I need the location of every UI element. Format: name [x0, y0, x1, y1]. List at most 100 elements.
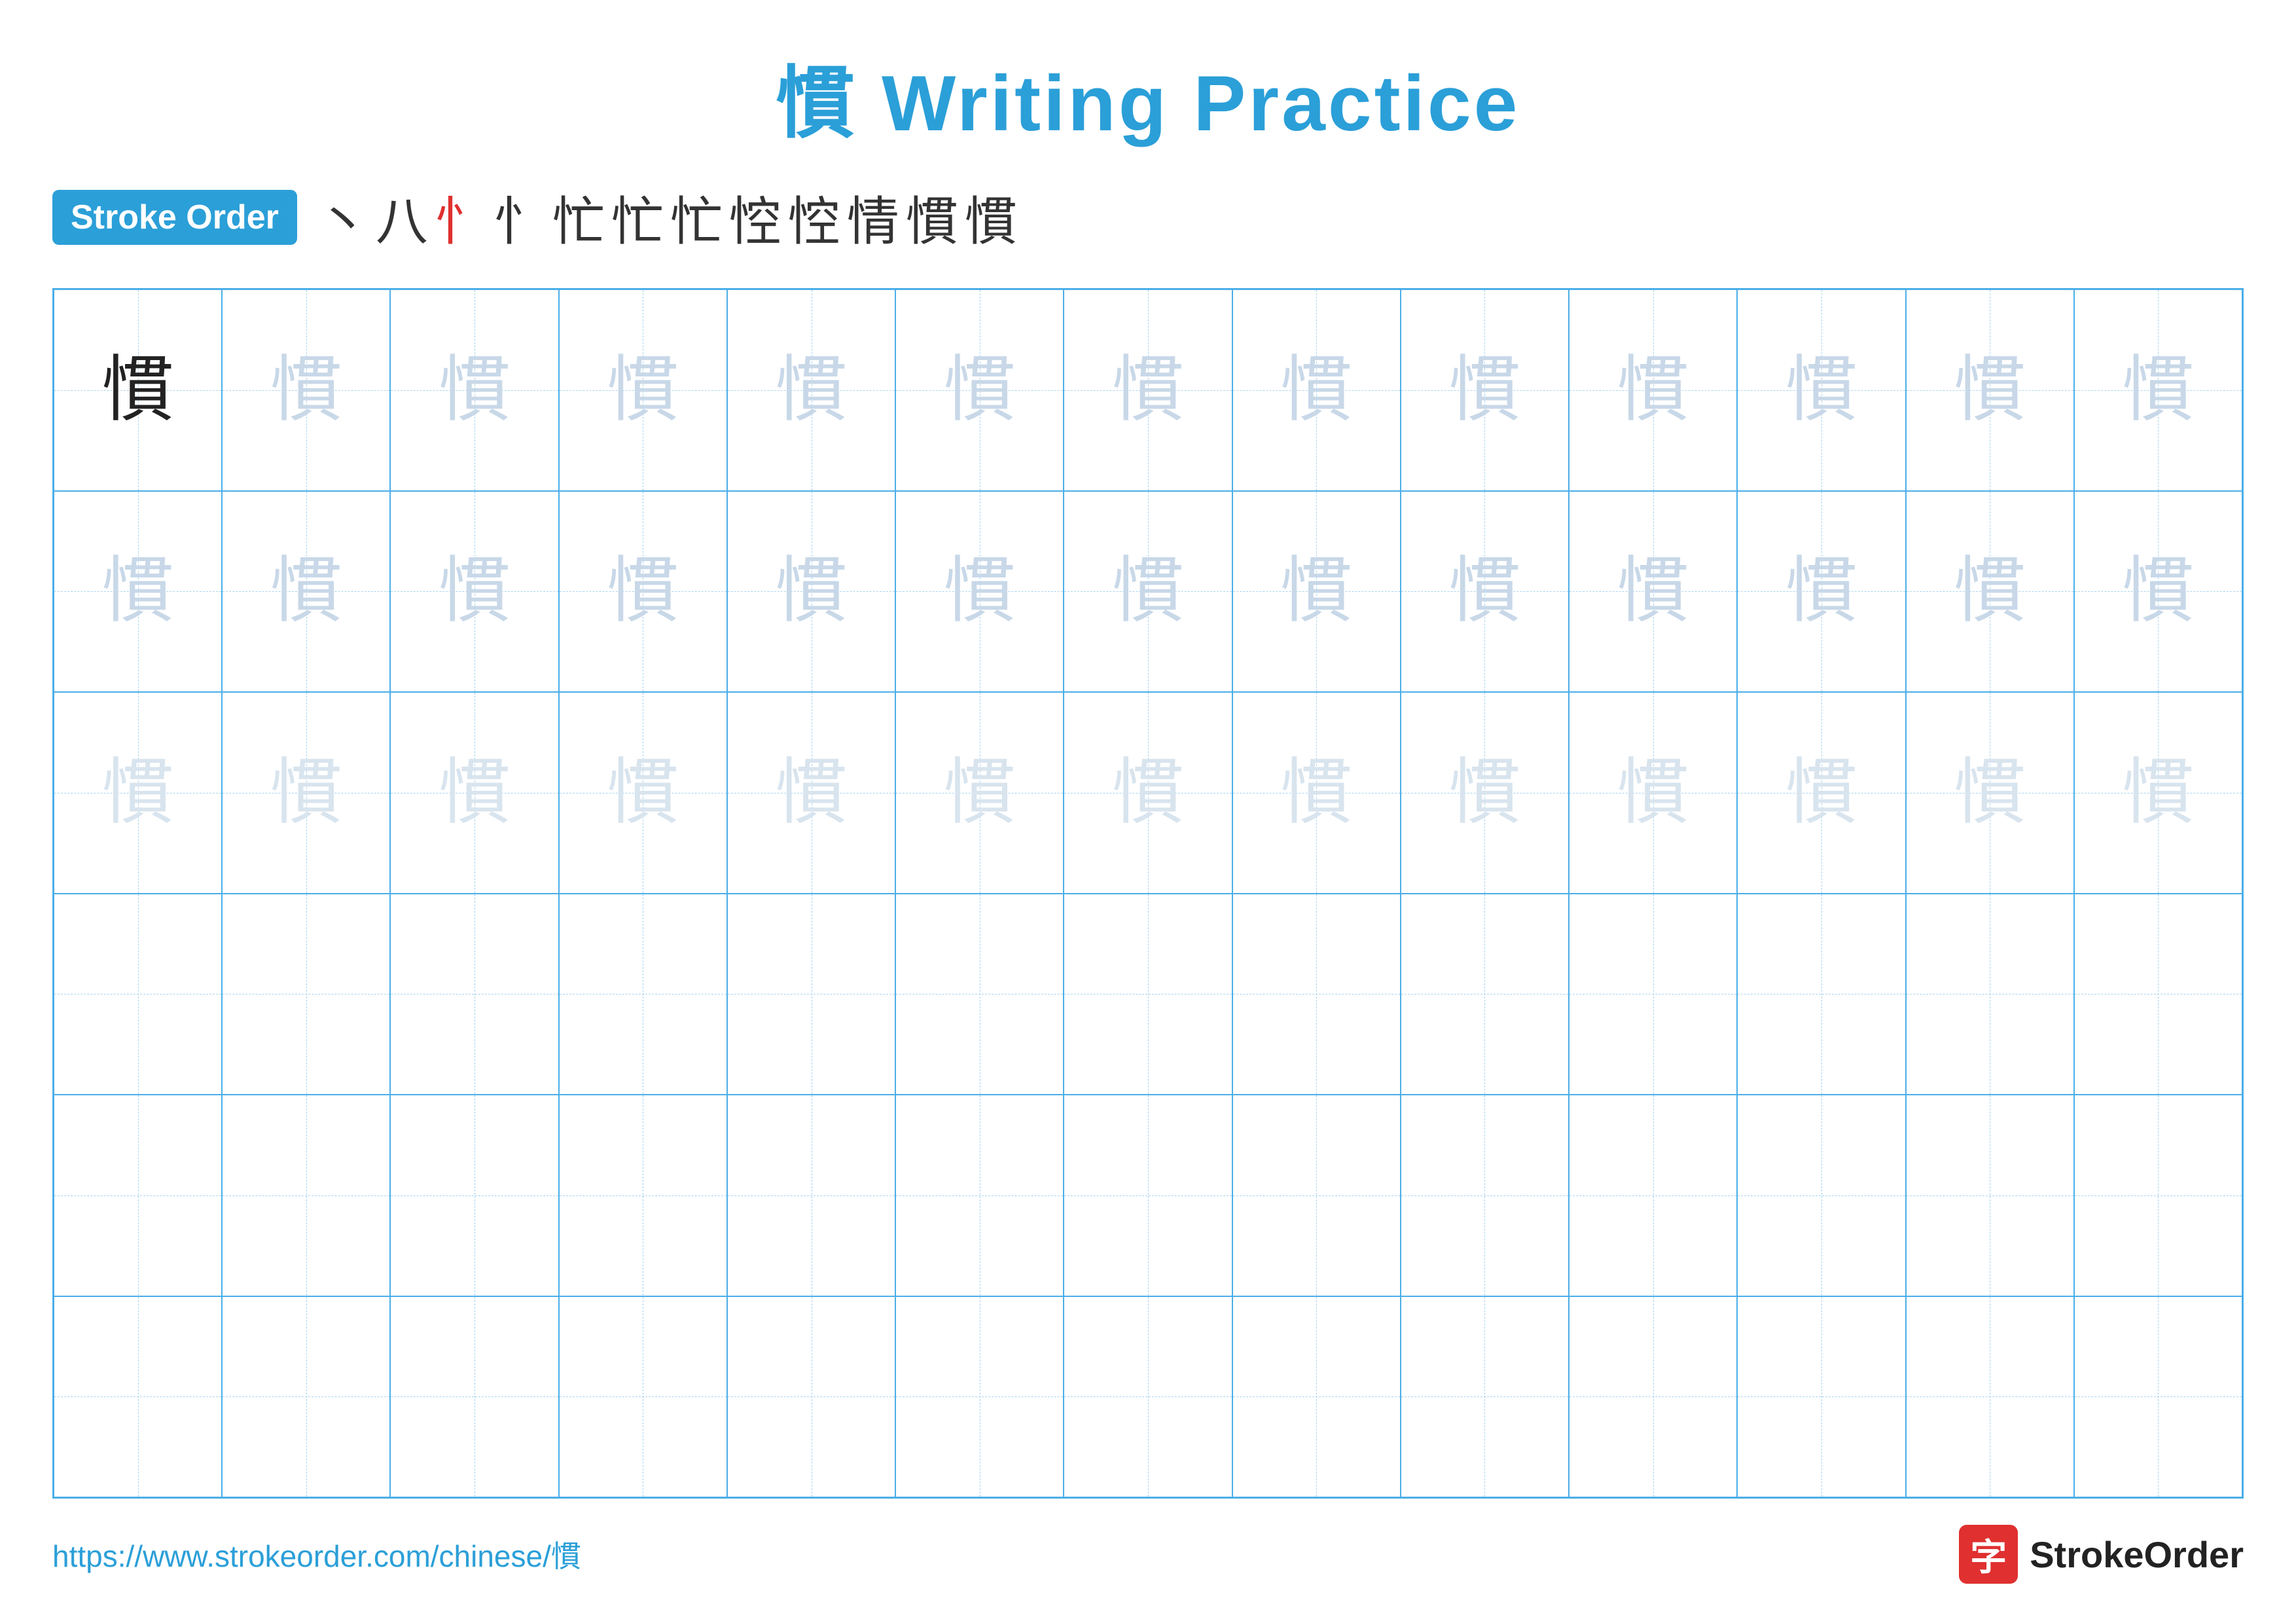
grid-cell[interactable]: 慣 — [559, 692, 727, 894]
grid-cell[interactable]: 慣 — [1064, 289, 1232, 491]
footer-logo: 字 StrokeOrder — [1959, 1525, 2244, 1584]
practice-char: 慣 — [607, 555, 679, 627]
grid-cell[interactable]: 慣 — [1906, 491, 2074, 693]
grid-cell[interactable]: 慣 — [1232, 491, 1401, 693]
grid-cell[interactable] — [727, 1296, 895, 1498]
grid-cell[interactable] — [1906, 1296, 2074, 1498]
grid-cell[interactable]: 慣 — [1569, 491, 1737, 693]
grid-cell[interactable] — [1064, 1296, 1232, 1498]
stroke-order-badge: Stroke Order — [52, 190, 297, 245]
practice-char: 慣 — [2122, 757, 2194, 829]
grid-cell[interactable] — [559, 894, 727, 1095]
grid-cell[interactable]: 慣 — [1906, 692, 2074, 894]
grid-cell[interactable]: 慣 — [1569, 289, 1737, 491]
grid-cell[interactable] — [2074, 1095, 2242, 1296]
grid-cell[interactable] — [1232, 1296, 1401, 1498]
practice-char: 慣 — [1785, 354, 1857, 426]
grid-cell[interactable]: 慣 — [1737, 692, 1905, 894]
grid-cell[interactable] — [222, 894, 390, 1095]
grid-cell[interactable] — [390, 1095, 558, 1296]
grid-cell[interactable] — [1906, 1095, 2074, 1296]
grid-cell[interactable] — [1232, 1095, 1401, 1296]
grid-cell[interactable] — [222, 1095, 390, 1296]
grid-cell[interactable] — [1569, 1296, 1737, 1498]
grid-cell[interactable]: 慣 — [1064, 491, 1232, 693]
grid-cell[interactable]: 慣 — [727, 289, 895, 491]
practice-char: 慣 — [944, 354, 1016, 426]
grid-cell[interactable]: 慣 — [1232, 692, 1401, 894]
grid-cell[interactable]: 慣 — [1569, 692, 1737, 894]
grid-cell[interactable] — [559, 1296, 727, 1498]
stroke-11: 慣 — [906, 179, 958, 255]
grid-cell[interactable] — [1906, 894, 2074, 1095]
grid-cell[interactable] — [1064, 1095, 1232, 1296]
grid-cell[interactable]: 慣 — [390, 491, 558, 693]
grid-cell[interactable] — [895, 1296, 1064, 1498]
grid-cell[interactable] — [1401, 894, 1569, 1095]
grid-cell[interactable] — [54, 894, 222, 1095]
grid-cell[interactable] — [54, 1296, 222, 1498]
grid-cell[interactable]: 慣 — [1401, 692, 1569, 894]
practice-char: 慣 — [439, 757, 511, 829]
grid-cell[interactable]: 慣 — [559, 289, 727, 491]
grid-cell[interactable]: 慣 — [1906, 289, 2074, 491]
grid-cell[interactable]: 慣 — [2074, 692, 2242, 894]
stroke-1: 丶 — [317, 179, 369, 255]
grid-cell[interactable] — [2074, 1296, 2242, 1498]
grid-cell[interactable]: 慣 — [559, 491, 727, 693]
practice-char: 慣 — [1954, 354, 2026, 426]
grid-cell[interactable]: 慣 — [222, 289, 390, 491]
grid-cell[interactable] — [1569, 1095, 1737, 1296]
grid-cell[interactable]: 慣 — [1737, 289, 1905, 491]
logo-text: StrokeOrder — [2030, 1533, 2244, 1576]
practice-char: 慣 — [944, 555, 1016, 627]
stroke-3: 忄 — [435, 179, 487, 255]
grid-cell[interactable]: 慣 — [1737, 491, 1905, 693]
grid-cell[interactable]: 慣 — [727, 692, 895, 894]
grid-cell[interactable]: 慣 — [390, 289, 558, 491]
stroke-6: 忙 — [611, 179, 664, 255]
grid-cell[interactable] — [727, 1095, 895, 1296]
grid-cell[interactable]: 慣 — [1064, 692, 1232, 894]
stroke-8: 悾 — [729, 179, 781, 255]
grid-cell[interactable] — [390, 1296, 558, 1498]
grid-cell[interactable]: 慣 — [54, 692, 222, 894]
grid-cell[interactable]: 慣 — [222, 692, 390, 894]
grid-cell[interactable]: 慣 — [895, 491, 1064, 693]
grid-cell[interactable]: 慣 — [54, 491, 222, 693]
grid-cell[interactable]: 慣 — [1401, 491, 1569, 693]
grid-cell[interactable]: 慣 — [54, 289, 222, 491]
grid-cell[interactable] — [1401, 1296, 1569, 1498]
grid-cell[interactable]: 慣 — [1232, 289, 1401, 491]
practice-char: 慣 — [102, 757, 174, 829]
page-title: 慣 Writing Practice — [776, 39, 1520, 153]
grid-cell[interactable]: 慣 — [727, 491, 895, 693]
grid-cell[interactable] — [390, 894, 558, 1095]
grid-cell[interactable] — [54, 1095, 222, 1296]
grid-cell[interactable] — [1401, 1095, 1569, 1296]
grid-cell[interactable]: 慣 — [1401, 289, 1569, 491]
grid-cell[interactable]: 慣 — [222, 491, 390, 693]
grid-cell[interactable] — [1569, 894, 1737, 1095]
grid-cell[interactable]: 慣 — [895, 289, 1064, 491]
grid-cell[interactable] — [1737, 894, 1905, 1095]
grid-cell[interactable] — [1064, 894, 1232, 1095]
grid-cell[interactable] — [1737, 1095, 1905, 1296]
grid-cell[interactable] — [727, 894, 895, 1095]
page-container: 慣 Writing Practice Stroke Order 丶 八 忄 忄 … — [0, 0, 2296, 1623]
grid-cell[interactable] — [1737, 1296, 1905, 1498]
stroke-2: 八 — [376, 179, 428, 255]
practice-char: 慣 — [1448, 757, 1520, 829]
grid-cell[interactable]: 慣 — [895, 692, 1064, 894]
practice-char: 慣 — [439, 555, 511, 627]
grid-cell[interactable] — [895, 1095, 1064, 1296]
grid-cell[interactable] — [2074, 894, 2242, 1095]
grid-cell[interactable] — [1232, 894, 1401, 1095]
grid-cell[interactable] — [895, 894, 1064, 1095]
grid-cell[interactable]: 慣 — [2074, 491, 2242, 693]
grid-cell[interactable]: 慣 — [390, 692, 558, 894]
footer-url[interactable]: https://www.strokeorder.com/chinese/慣 — [52, 1533, 581, 1576]
grid-cell[interactable]: 慣 — [2074, 289, 2242, 491]
grid-cell[interactable] — [559, 1095, 727, 1296]
grid-cell[interactable] — [222, 1296, 390, 1498]
